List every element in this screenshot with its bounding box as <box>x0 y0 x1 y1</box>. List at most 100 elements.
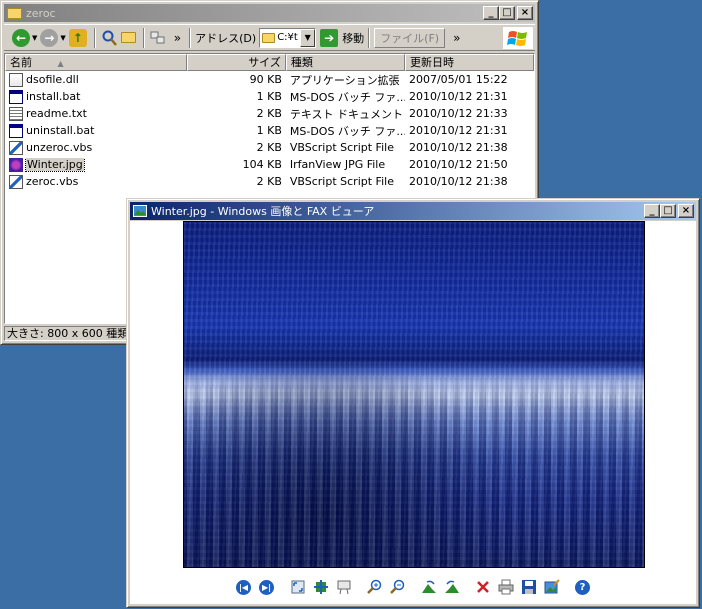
back-button[interactable]: ← ▼ <box>12 27 37 49</box>
file-list-header: 名前 ▲ サイズ 種類 更新日時 <box>5 54 534 71</box>
txt-file-icon <box>9 106 23 121</box>
search-button[interactable] <box>100 27 118 49</box>
file-row-selected[interactable]: Winter.jpg 104 KB IrfanView JPG File 201… <box>5 156 534 173</box>
file-row[interactable]: zeroc.vbs 2 KB VBScript Script File 2010… <box>5 173 534 190</box>
column-header-size[interactable]: サイズ <box>186 54 286 71</box>
up-folder-button[interactable]: ↑ <box>68 27 87 49</box>
zoom-out-icon <box>389 579 404 594</box>
go-button[interactable]: ➔ 移動 <box>320 28 365 47</box>
close-button[interactable]: × <box>517 6 533 20</box>
vbs-file-icon <box>9 140 23 155</box>
file-row[interactable]: dsofile.dll 90 KB アプリケーション拡張 2007/05/01 … <box>5 71 534 88</box>
file-name: dsofile.dll <box>26 73 79 86</box>
dll-file-icon <box>9 72 23 87</box>
file-row[interactable]: install.bat 1 KB MS-DOS バッチ ファ... 2010/1… <box>5 88 534 105</box>
delete-icon <box>476 581 489 593</box>
minimize-button[interactable]: _ <box>644 204 660 218</box>
maximize-button[interactable]: □ <box>660 204 676 218</box>
best-fit-icon <box>291 580 304 594</box>
file-row[interactable]: uninstall.bat 1 KB MS-DOS バッチ ファ... 2010… <box>5 122 534 139</box>
file-type: VBScript Script File <box>289 141 394 154</box>
help-icon: ? <box>575 579 590 595</box>
folders-button[interactable] <box>120 27 136 49</box>
forward-button[interactable]: → ▼ <box>40 27 66 49</box>
toolbar-chevron[interactable]: » <box>453 31 460 45</box>
file-date: 2007/05/01 15:22 <box>408 73 508 86</box>
image-viewer-icon <box>133 205 147 217</box>
dropdown-arrow-icon: ▼ <box>32 33 38 42</box>
slideshow-icon <box>337 580 350 595</box>
column-header-name[interactable]: 名前 ▲ <box>5 54 187 71</box>
vbs-file-icon <box>9 174 23 189</box>
status-bar: 大きさ: 800 x 600 種類: J <box>4 326 129 341</box>
views-button[interactable] <box>149 27 167 49</box>
file-size: 1 KB <box>256 90 282 103</box>
zoom-in-button[interactable] <box>365 577 385 597</box>
file-size: 104 KB <box>242 158 282 171</box>
next-image-button[interactable]: ▶| <box>257 577 277 597</box>
jpg-file-icon <box>9 157 23 172</box>
file-name: uninstall.bat <box>26 124 95 137</box>
bat-file-icon <box>9 89 23 104</box>
folder-icon <box>262 32 276 43</box>
close-button[interactable]: × <box>678 204 694 218</box>
winter-forest-photo <box>183 221 645 568</box>
previous-image-button[interactable]: |◀ <box>234 577 254 597</box>
window-title: zeroc <box>26 6 56 20</box>
file-size: 90 KB <box>249 73 282 86</box>
bat-file-icon <box>9 123 23 138</box>
toolbar-separator <box>142 27 145 48</box>
file-name: unzeroc.vbs <box>26 141 93 154</box>
viewer-titlebar[interactable]: Winter.jpg - Windows 画像と FAX ビューア _ □ × <box>130 202 696 220</box>
maximize-button[interactable]: □ <box>499 6 515 20</box>
toolbar-chevron[interactable]: » <box>174 31 181 45</box>
file-menu-button[interactable]: ファイル(F) <box>374 27 446 48</box>
file-row[interactable]: readme.txt 2 KB テキスト ドキュメント 2010/10/12 2… <box>5 105 534 122</box>
rotate-counterclockwise-button[interactable] <box>442 577 462 597</box>
file-date: 2010/10/12 21:31 <box>408 90 508 103</box>
folder-icon <box>7 7 22 19</box>
file-name: readme.txt <box>26 107 87 120</box>
file-type: VBScript Script File <box>289 175 394 188</box>
delete-button[interactable] <box>473 577 493 597</box>
viewer-body: |◀ ▶| ? <box>130 221 696 604</box>
address-label: アドレス(D) <box>195 31 257 45</box>
print-button[interactable] <box>496 577 516 597</box>
dropdown-arrow-icon: ▼ <box>60 33 66 42</box>
back-arrow-icon: ← <box>12 28 30 47</box>
toolbar-separator <box>368 27 371 48</box>
best-fit-button[interactable] <box>288 577 308 597</box>
save-icon <box>521 580 536 594</box>
file-row[interactable]: unzeroc.vbs 2 KB VBScript Script File 20… <box>5 139 534 156</box>
explorer-titlebar[interactable]: zeroc _ □ × <box>4 4 535 22</box>
file-size: 2 KB <box>256 141 282 154</box>
window-title: Winter.jpg - Windows 画像と FAX ビューア <box>151 205 375 218</box>
address-dropdown-button[interactable]: ▼ <box>300 28 316 47</box>
column-header-type[interactable]: 種類 <box>285 54 405 71</box>
address-field[interactable]: C:¥t ▼ <box>259 27 317 48</box>
explorer-toolbar: ← ▼ → ▼ ↑ » アドレス(D) C:¥t ▼ ➔ 移動 ファイル(F) … <box>4 24 535 51</box>
actual-size-button[interactable] <box>311 577 331 597</box>
edit-button[interactable] <box>542 577 562 597</box>
help-button[interactable]: ? <box>573 577 593 597</box>
file-type: MS-DOS バッチ ファ... <box>289 90 405 104</box>
file-size: 2 KB <box>256 175 282 188</box>
file-type: テキスト ドキュメント <box>289 107 404 121</box>
slideshow-button[interactable] <box>334 577 354 597</box>
print-icon <box>498 579 513 595</box>
window-buttons: _ □ × <box>483 6 533 20</box>
zoom-out-button[interactable] <box>388 577 408 597</box>
file-name: install.bat <box>26 90 81 103</box>
column-header-date[interactable]: 更新日時 <box>404 54 534 71</box>
go-label: 移動 <box>342 31 365 45</box>
file-name: Winter.jpg <box>25 157 85 172</box>
save-button[interactable] <box>519 577 539 597</box>
minimize-button[interactable]: _ <box>483 6 499 20</box>
file-date: 2010/10/12 21:31 <box>408 124 508 137</box>
file-date: 2010/10/12 21:38 <box>408 141 508 154</box>
go-arrow-icon: ➔ <box>320 28 339 47</box>
file-size: 2 KB <box>256 107 282 120</box>
image-viewer-window[interactable]: Winter.jpg - Windows 画像と FAX ビューア _ □ × … <box>126 198 700 608</box>
file-size: 1 KB <box>256 124 282 137</box>
rotate-clockwise-button[interactable] <box>419 577 439 597</box>
